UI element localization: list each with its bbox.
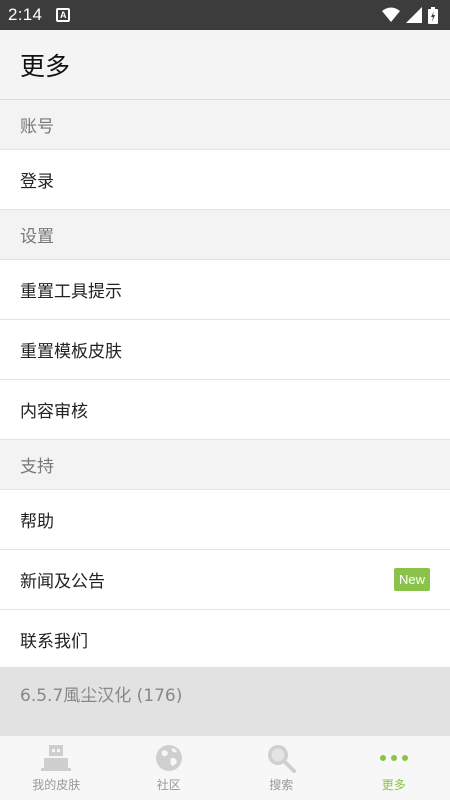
help-item[interactable]: 帮助 <box>0 490 450 550</box>
nav-label: 更多 <box>381 778 406 792</box>
item-label: 重置工具提示 <box>20 282 122 302</box>
notification-icon: A <box>56 8 71 22</box>
nav-search[interactable]: 搜索 <box>225 736 338 800</box>
reset-tooltips-item[interactable]: 重置工具提示 <box>0 260 450 320</box>
section-header-settings: 设置 <box>0 210 450 260</box>
contact-us-item[interactable]: 联系我们 <box>0 610 450 669</box>
item-label: 重置模板皮肤 <box>20 342 122 362</box>
status-time: 2:14 <box>8 5 43 24</box>
item-label: 新闻及公告 <box>20 572 105 592</box>
nav-label: 搜索 <box>269 778 294 792</box>
section-title: 设置 <box>20 227 54 247</box>
more-icon <box>379 744 409 772</box>
item-label: 联系我们 <box>20 631 88 652</box>
page-title: 更多 <box>20 51 71 81</box>
search-icon <box>266 744 297 773</box>
login-item[interactable]: 登录 <box>0 150 450 210</box>
section-header-account: 账号 <box>0 100 450 150</box>
item-label: 内容审核 <box>20 402 88 422</box>
skins-icon <box>41 744 72 772</box>
nav-community[interactable]: 社区 <box>113 736 226 800</box>
section-header-support: 支持 <box>0 440 450 490</box>
nav-label: 我的皮肤 <box>32 778 81 792</box>
wifi-icon <box>382 7 400 22</box>
reset-template-skins-item[interactable]: 重置模板皮肤 <box>0 320 450 380</box>
section-title: 支持 <box>20 457 54 477</box>
bottom-nav: 我的皮肤 社区 搜索 更多 <box>0 735 450 800</box>
version-label: 6.5.7風尘汉化 (176) <box>0 667 450 735</box>
new-badge: New <box>393 568 430 591</box>
settings-list: 账号 登录 设置 重置工具提示 重置模板皮肤 内容审核 支持 帮助 新闻及公告 … <box>0 100 450 669</box>
signal-icon <box>406 7 422 23</box>
nav-my-skins[interactable]: 我的皮肤 <box>0 736 113 800</box>
nav-label: 社区 <box>156 778 181 792</box>
battery-icon <box>428 6 438 24</box>
item-label: 帮助 <box>20 512 54 532</box>
app-header: 更多 <box>0 30 450 100</box>
nav-more[interactable]: 更多 <box>338 736 450 800</box>
status-bar: 2:14 A <box>0 0 450 30</box>
news-announcements-item[interactable]: 新闻及公告 New <box>0 550 450 610</box>
section-title: 账号 <box>20 117 54 137</box>
status-indicators <box>382 6 438 24</box>
content-review-item[interactable]: 内容审核 <box>0 380 450 440</box>
item-label: 登录 <box>20 172 54 192</box>
globe-icon <box>155 744 183 772</box>
